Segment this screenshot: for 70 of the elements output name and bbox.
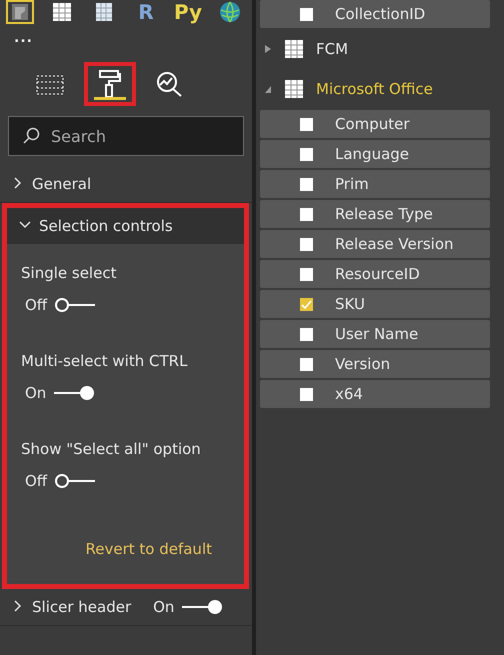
revert-link[interactable]: Revert to default xyxy=(85,540,212,558)
field-item[interactable]: Version xyxy=(260,350,490,378)
field-name: User Name xyxy=(335,325,418,343)
chevron-icon xyxy=(12,600,24,612)
table-icon xyxy=(284,79,304,99)
toggle-switch[interactable] xyxy=(52,384,96,402)
toggle-switch[interactable] xyxy=(180,598,224,616)
table-icon xyxy=(284,39,304,59)
toggle-switch[interactable] xyxy=(53,472,98,490)
checkbox[interactable] xyxy=(300,328,313,340)
chevron-icon xyxy=(19,219,31,231)
field-item[interactable]: Release Version xyxy=(260,230,490,258)
field-name: ResourceID xyxy=(335,265,420,283)
field-name: Prim xyxy=(335,175,369,193)
checkbox[interactable] xyxy=(300,148,313,160)
table-icon xyxy=(52,2,72,22)
slicer-icon xyxy=(11,3,29,21)
more-button[interactable]: ... xyxy=(0,26,252,52)
checkbox[interactable] xyxy=(300,298,313,310)
field-item[interactable]: Release Type xyxy=(260,200,490,228)
pane-tab[interactable] xyxy=(84,62,136,106)
field-name: Version xyxy=(335,355,390,373)
search-field[interactable]: Search xyxy=(8,116,244,156)
toggle-reading: Off xyxy=(25,296,48,314)
setting-label: Multi-select with CTRL xyxy=(21,352,188,370)
field-item[interactable]: x64 xyxy=(260,380,490,408)
field-name: SKU xyxy=(335,295,365,313)
field-name: Computer xyxy=(335,115,410,133)
toggle-reading: On xyxy=(153,598,174,616)
checkbox[interactable] xyxy=(300,238,313,250)
matrix-icon xyxy=(95,2,113,22)
search-icon xyxy=(22,127,40,145)
checkbox[interactable] xyxy=(300,208,313,220)
checkbox[interactable] xyxy=(300,388,313,400)
field-item[interactable]: Prim xyxy=(260,170,490,198)
field-item[interactable]: ResourceID xyxy=(260,260,490,288)
collapsed-triangle-icon[interactable] xyxy=(264,44,272,54)
field-item[interactable]: User Name xyxy=(260,320,490,348)
toggle-reading: On xyxy=(25,384,46,402)
table-name: Microsoft Office xyxy=(316,80,433,98)
visual-button[interactable]: R xyxy=(132,0,160,24)
field-name: x64 xyxy=(335,385,363,403)
chevron-icon xyxy=(12,177,24,189)
visual-button[interactable]: Py xyxy=(174,0,202,24)
checkbox[interactable] xyxy=(300,268,313,280)
section-title[interactable]: Slicer header xyxy=(32,598,132,616)
paint-roller-icon xyxy=(98,69,122,99)
globe-icon xyxy=(219,1,241,23)
checkbox[interactable] xyxy=(300,118,313,130)
checkbox[interactable] xyxy=(300,8,313,20)
field-name: CollectionID xyxy=(335,5,426,23)
field-item[interactable]: Computer xyxy=(260,110,490,138)
checkbox[interactable] xyxy=(300,178,313,190)
setting-label: Single select xyxy=(21,264,118,282)
table-item[interactable]: FCM xyxy=(256,30,504,68)
field-item[interactable]: SKU xyxy=(260,290,490,318)
field-name: Release Version xyxy=(335,235,454,253)
expanded-triangle-icon[interactable] xyxy=(264,84,272,94)
table-item[interactable]: Microsoft Office xyxy=(256,70,504,108)
field-name: Release Type xyxy=(335,205,433,223)
setting-label: Show "Select all" option xyxy=(21,440,202,458)
field-item[interactable]: Language xyxy=(260,140,490,168)
visual-button[interactable] xyxy=(6,0,34,24)
toggle-switch[interactable] xyxy=(53,296,98,314)
table-name: FCM xyxy=(316,40,348,58)
toggle-reading: Off xyxy=(25,472,48,490)
field-item[interactable]: CollectionID xyxy=(260,0,490,28)
checkbox[interactable] xyxy=(300,358,313,370)
section-title[interactable]: General xyxy=(32,175,92,193)
field-name: Language xyxy=(335,145,410,163)
